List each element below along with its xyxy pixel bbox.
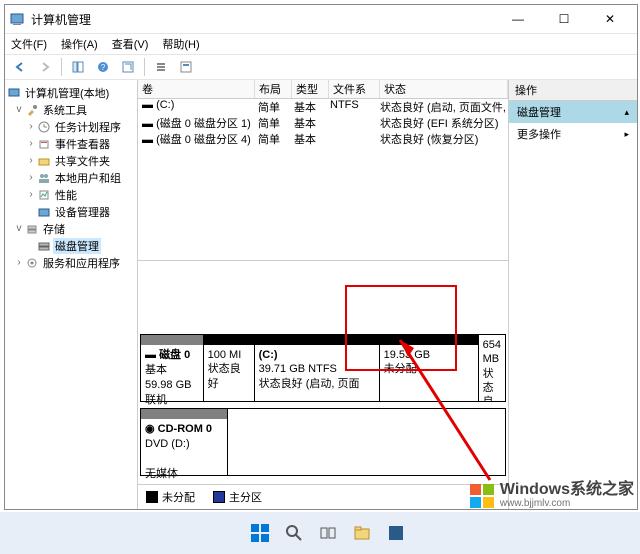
tree-scheduler[interactable]: 任务计划程序	[53, 119, 123, 135]
menu-action[interactable]: 操作(A)	[61, 36, 98, 52]
expand-icon[interactable]: ›	[25, 172, 37, 183]
expand-icon[interactable]: ›	[13, 257, 25, 268]
volume-icon: ▬	[142, 134, 156, 146]
taskbar[interactable]	[0, 512, 640, 554]
help-button[interactable]: ?	[92, 56, 114, 78]
volume-icon: ▬	[142, 118, 156, 130]
tree-users[interactable]: 本地用户和组	[53, 170, 123, 186]
computer-management-window: 计算机管理 — ☐ ✕ 文件(F) 操作(A) 查看(V) 帮助(H) ? 计算…	[4, 4, 638, 510]
actions-header: 操作	[509, 80, 637, 101]
tree-eventvwr[interactable]: 事件查看器	[53, 136, 112, 152]
services-icon	[25, 256, 39, 270]
col-fs[interactable]: 文件系统	[329, 80, 380, 98]
cdrom-row[interactable]: ◉ CD-ROM 0 DVD (D:) 无媒体	[140, 408, 506, 476]
expand-icon[interactable]: v	[13, 104, 25, 115]
actions-pane: 操作 磁盘管理▴ 更多操作▸	[509, 80, 637, 509]
minimize-button[interactable]: —	[495, 5, 541, 33]
chevron-up-icon: ▴	[624, 107, 629, 118]
tree-devmgr[interactable]: 设备管理器	[53, 204, 112, 220]
volume-list[interactable]: 卷 布局 类型 文件系统 状态 ▬ (C:) 简单 基本 NTFS 状态良好 (…	[138, 80, 508, 261]
perf-icon	[37, 188, 51, 202]
col-status[interactable]: 状态	[380, 80, 508, 98]
legend-swatch-primary	[213, 491, 225, 503]
close-button[interactable]: ✕	[587, 5, 633, 33]
forward-button[interactable]	[34, 56, 56, 78]
tree-shared[interactable]: 共享文件夹	[53, 153, 112, 169]
explorer-button[interactable]	[348, 519, 376, 547]
actions-diskmgmt[interactable]: 磁盘管理▴	[509, 101, 637, 123]
tree-storage[interactable]: 存储	[41, 221, 67, 237]
menu-file[interactable]: 文件(F)	[11, 36, 47, 52]
menubar: 文件(F) 操作(A) 查看(V) 帮助(H)	[5, 34, 637, 55]
expand-icon[interactable]: ›	[25, 121, 37, 132]
expand-icon[interactable]: ›	[25, 189, 37, 200]
properties-button[interactable]	[175, 56, 197, 78]
tree-systools[interactable]: 系统工具	[41, 102, 89, 118]
tools-icon	[25, 103, 39, 117]
disk-0-info[interactable]: ▬ 磁盘 0 基本 59.98 GB 联机	[141, 335, 204, 401]
users-icon	[37, 171, 51, 185]
volume-icon: ▬	[142, 99, 156, 111]
diskmgmt-icon	[37, 239, 51, 253]
menu-help[interactable]: 帮助(H)	[162, 36, 199, 52]
app-icon	[9, 11, 25, 27]
taskview-button[interactable]	[314, 519, 342, 547]
partition-recovery[interactable]: 654 MB状态良好 (恢	[479, 335, 505, 401]
scheduler-icon	[37, 120, 51, 134]
svg-text:?: ?	[101, 63, 106, 72]
col-type[interactable]: 类型	[292, 80, 329, 98]
back-button[interactable]	[9, 56, 31, 78]
shared-icon	[37, 154, 51, 168]
volume-list-header[interactable]: 卷 布局 类型 文件系统 状态	[138, 80, 508, 99]
titlebar[interactable]: 计算机管理 — ☐ ✕	[5, 5, 637, 34]
expand-icon[interactable]: ›	[25, 155, 37, 166]
expand-icon[interactable]: v	[13, 223, 25, 234]
col-volume[interactable]: 卷	[138, 80, 255, 98]
action-button[interactable]	[150, 56, 172, 78]
expand-icon[interactable]: ›	[25, 138, 37, 149]
content-pane: 卷 布局 类型 文件系统 状态 ▬ (C:) 简单 基本 NTFS 状态良好 (…	[138, 80, 509, 509]
tree-perf[interactable]: 性能	[53, 187, 79, 203]
scope-button[interactable]	[67, 56, 89, 78]
start-button[interactable]	[246, 519, 274, 547]
col-layout[interactable]: 布局	[255, 80, 292, 98]
partition-unallocated[interactable]: 19.53 GB未分配	[380, 335, 479, 401]
legend: 未分配 主分区	[138, 484, 508, 509]
partition-efi[interactable]: 100 MI状态良好	[204, 335, 255, 401]
refresh-button[interactable]	[117, 56, 139, 78]
pinned-app-button[interactable]	[382, 519, 410, 547]
chevron-right-icon: ▸	[624, 129, 629, 140]
disk-graphical-view: ▬ 磁盘 0 基本 59.98 GB 联机 100 MI状态良好 (C:)39.…	[138, 332, 508, 484]
volume-row[interactable]: ▬ (磁盘 0 磁盘分区 1) 简单 基本 状态良好 (EFI 系统分区)	[138, 115, 508, 131]
maximize-button[interactable]: ☐	[541, 5, 587, 33]
devmgr-icon	[37, 205, 51, 219]
menu-view[interactable]: 查看(V)	[112, 36, 149, 52]
nav-tree[interactable]: 计算机管理(本地) v 系统工具 › 任务计划程序 › 事件查看器 › 共享文件夹 › 本…	[5, 80, 138, 509]
disk-0-row[interactable]: ▬ 磁盘 0 基本 59.98 GB 联机 100 MI状态良好 (C:)39.…	[140, 334, 506, 402]
eventvwr-icon	[37, 137, 51, 151]
legend-swatch-unalloc	[146, 491, 158, 503]
tree-diskmgmt[interactable]: 磁盘管理	[53, 238, 101, 254]
tree-services[interactable]: 服务和应用程序	[41, 255, 122, 271]
search-button[interactable]	[280, 519, 308, 547]
partition-c[interactable]: (C:)39.71 GB NTFS状态良好 (启动, 页面	[255, 335, 380, 401]
volume-row[interactable]: ▬ (磁盘 0 磁盘分区 4) 简单 基本 状态良好 (恢复分区)	[138, 131, 508, 147]
window-title: 计算机管理	[31, 11, 495, 28]
toolbar: ?	[5, 55, 637, 80]
tree-root[interactable]: 计算机管理(本地)	[23, 85, 111, 101]
volume-row[interactable]: ▬ (C:) 简单 基本 NTFS 状态良好 (启动, 页面文件, 故障转储, …	[138, 99, 508, 115]
computer-icon	[7, 86, 21, 100]
storage-icon	[25, 222, 39, 236]
cdrom-info[interactable]: ◉ CD-ROM 0 DVD (D:) 无媒体	[141, 409, 228, 475]
actions-more[interactable]: 更多操作▸	[509, 123, 637, 145]
